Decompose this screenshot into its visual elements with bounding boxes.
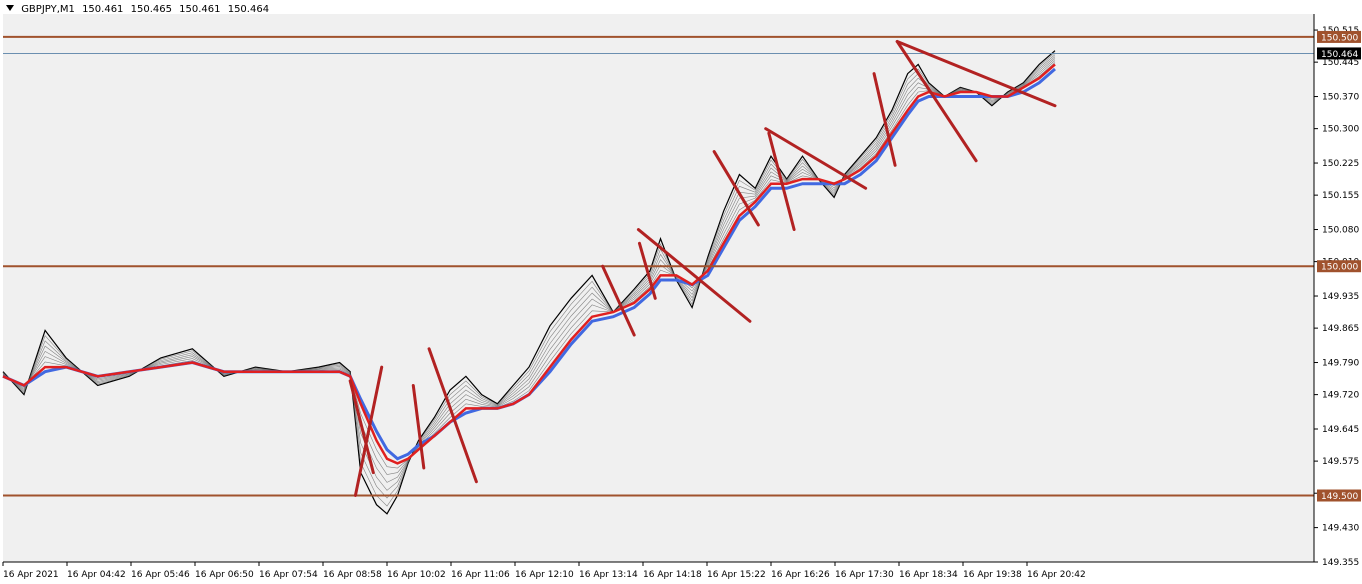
x-tick-label: 16 Apr 12:10 [515,570,574,580]
y-tick-label: 150.300 [1322,125,1359,135]
dropdown-arrow-icon[interactable] [6,5,14,11]
plot-background [3,14,1314,562]
x-tick-label: 16 Apr 17:30 [835,570,894,580]
y-tick-label: 150.155 [1322,191,1359,201]
open-value: 150.461 [82,4,124,15]
price-level-label: 150.500 [1321,33,1358,43]
price-chart[interactable]: 150.515150.445150.370150.300150.225150.1… [0,0,1362,584]
x-tick-label: 16 Apr 07:54 [259,570,318,580]
x-tick-label: 16 Apr 05:46 [131,570,190,580]
x-tick-label: 16 Apr 18:34 [899,570,958,580]
x-tick-label: 16 Apr 20:42 [1027,570,1086,580]
x-tick-label: 16 Apr 04:42 [67,570,126,580]
x-tick-label: 16 Apr 19:38 [963,570,1022,580]
y-tick-label: 150.370 [1322,93,1359,103]
x-tick-label: 16 Apr 16:26 [771,570,830,580]
symbol-label: GBPJPY,M1 [21,4,75,15]
y-tick-label: 149.645 [1322,425,1359,435]
y-tick-label: 149.355 [1322,558,1359,568]
y-tick-label: 149.430 [1322,524,1359,534]
current-price-label: 150.464 [1321,50,1358,60]
close-value: 150.464 [227,4,270,15]
x-tick-label: 16 Apr 2021 [3,570,59,580]
y-tick-label: 150.080 [1322,226,1359,236]
y-tick-label: 149.720 [1322,391,1359,401]
low-value: 150.461 [179,4,221,15]
y-tick-label: 149.790 [1322,359,1359,369]
y-tick-label: 149.575 [1322,457,1359,467]
x-tick-label: 16 Apr 11:06 [451,570,510,580]
x-tick-label: 16 Apr 06:50 [195,570,254,580]
chart-window: 150.515150.445150.370150.300150.225150.1… [0,0,1362,584]
x-tick-label: 16 Apr 14:18 [643,570,702,580]
x-tick-label: 16 Apr 08:58 [323,570,382,580]
x-tick-label: 16 Apr 13:14 [579,570,638,580]
x-tick-label: 16 Apr 10:02 [387,570,446,580]
price-level-label: 150.000 [1321,263,1358,273]
y-tick-label: 150.225 [1322,159,1359,169]
chart-header: GBPJPY,M1 150.461 150.465 150.461 150.46… [6,4,273,15]
high-value: 150.465 [130,4,172,15]
y-tick-label: 149.935 [1322,292,1359,302]
y-tick-label: 149.865 [1322,324,1359,334]
x-tick-label: 16 Apr 15:22 [707,570,766,580]
price-level-label: 149.500 [1321,492,1358,502]
